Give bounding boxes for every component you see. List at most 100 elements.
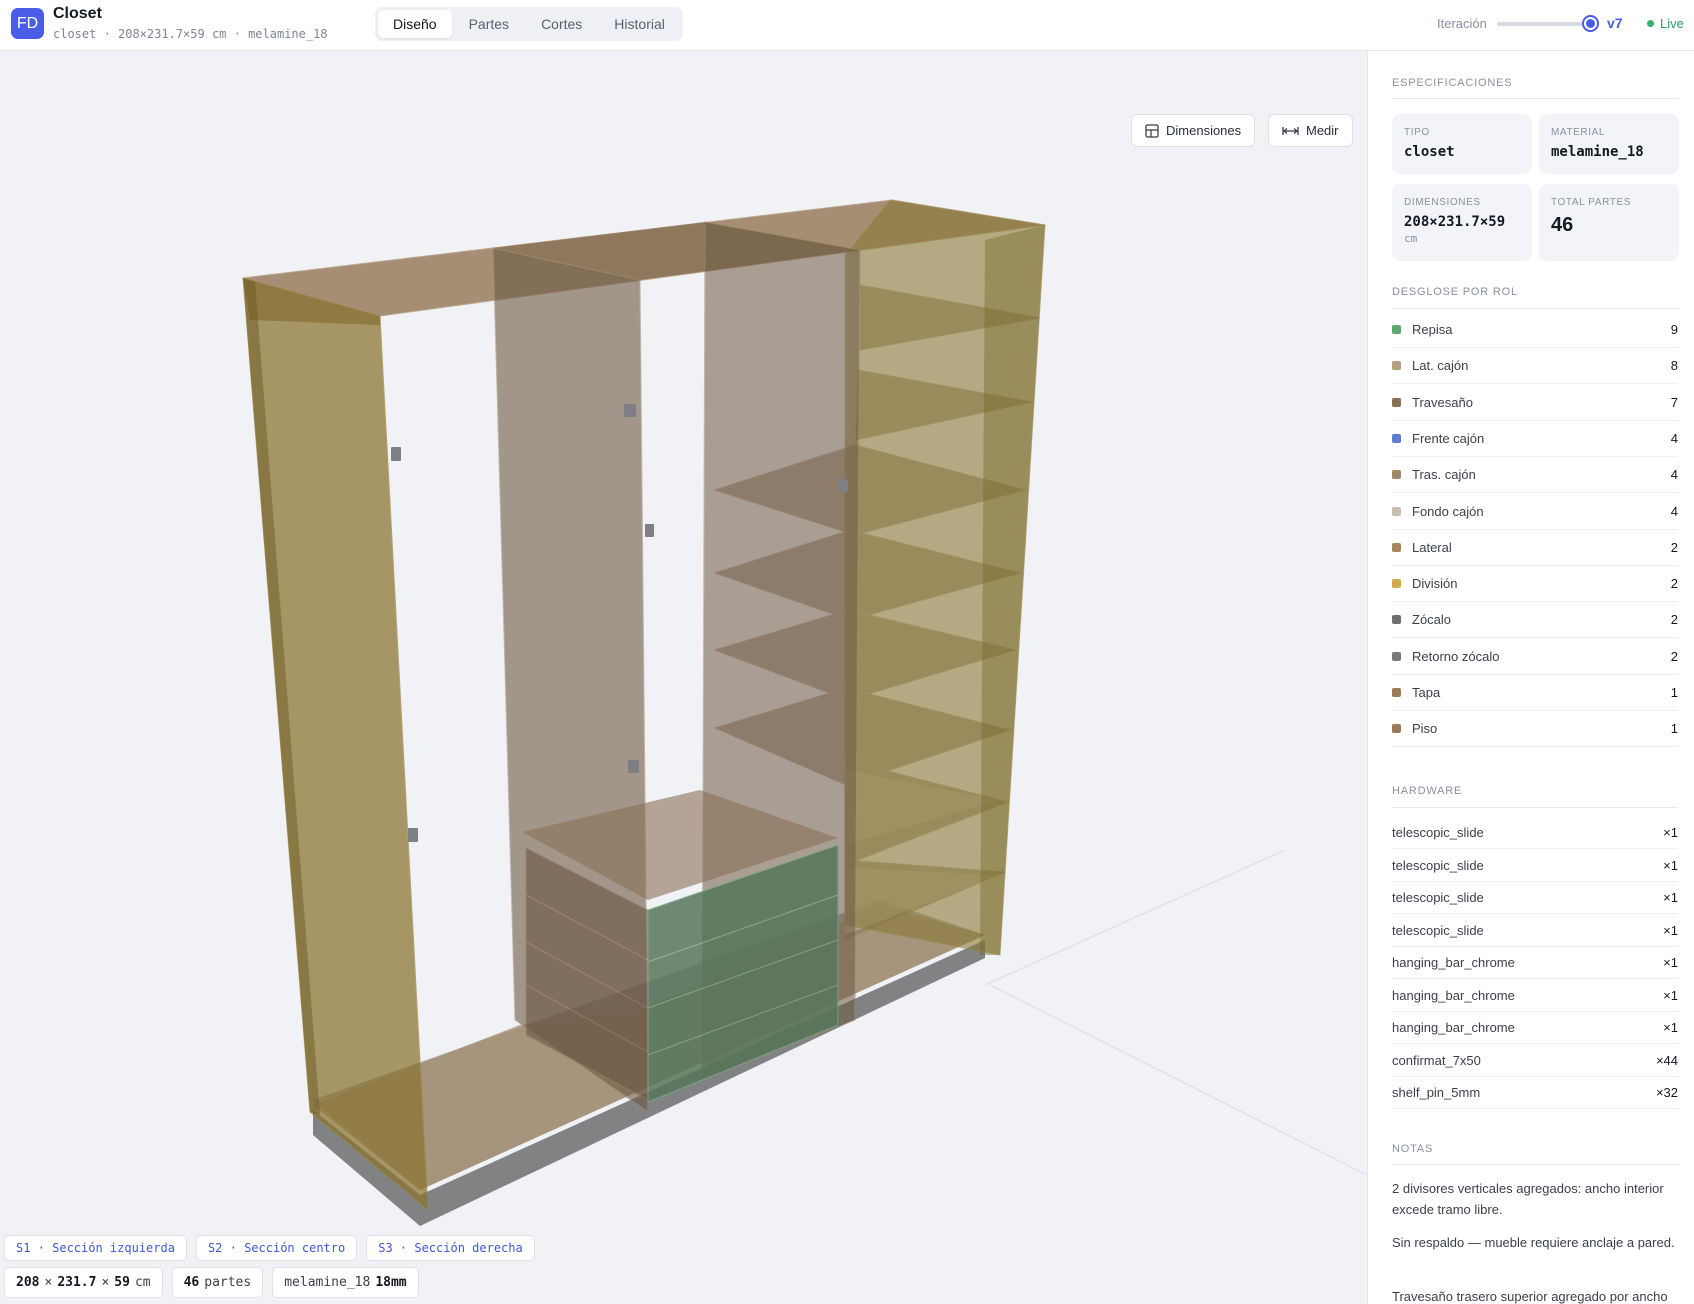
iteration-slider-track[interactable] xyxy=(1497,22,1590,26)
role-row: Lateral 2 xyxy=(1392,530,1678,566)
hardware-name: hanging_bar_chrome xyxy=(1392,987,1515,1003)
tab-cortes[interactable]: Cortes xyxy=(526,10,597,38)
dims-card-label: Dimensiones xyxy=(1404,197,1481,208)
hardware-name: hanging_bar_chrome xyxy=(1392,1020,1515,1035)
hardware-name: telescopic_slide xyxy=(1392,825,1484,840)
parts-label: partes xyxy=(204,1275,252,1290)
measure-button[interactable]: Medir xyxy=(1268,114,1353,147)
role-name: Repisa xyxy=(1412,322,1453,337)
3d-viewport[interactable]: Dimensiones Medir S1 · Sección izquierda… xyxy=(0,51,1367,1304)
total-parts-value: 46 xyxy=(1551,214,1574,236)
role-color-swatch xyxy=(1392,433,1401,443)
tipo-card: Tipo closet xyxy=(1392,114,1532,174)
hardware-name: telescopic_slide xyxy=(1392,922,1484,938)
hardware-qty: ×1 xyxy=(1663,1020,1678,1035)
tipo-value: closet xyxy=(1404,144,1455,160)
tab-diseno[interactable]: Diseño xyxy=(378,10,452,38)
role-name: División xyxy=(1412,576,1458,592)
section-chips: S1 · Sección izquierda S2 · Sección cent… xyxy=(4,1235,535,1261)
role-color-swatch xyxy=(1392,615,1401,625)
total-parts-label: Total partes xyxy=(1551,197,1631,208)
ruler-icon xyxy=(1145,123,1159,138)
role-name: Tras. cajón xyxy=(1412,467,1476,483)
role-color-swatch xyxy=(1392,506,1401,516)
tab-historial[interactable]: Historial xyxy=(599,10,680,38)
role-name: Zócalo xyxy=(1412,612,1452,628)
role-row: Lat. cajón 8 xyxy=(1392,348,1678,385)
role-count: 2 xyxy=(1670,539,1678,555)
role-count: 7 xyxy=(1670,394,1678,410)
section-chip-left[interactable]: S1 · Sección izquierda xyxy=(4,1235,187,1261)
role-row: División 2 xyxy=(1392,566,1678,603)
live-dot-icon xyxy=(1647,20,1654,27)
stats-chips: 208 × 231.7 × 59 cm 46 partes melamine_1… xyxy=(4,1267,419,1298)
material-card: Material melamine_18 xyxy=(1539,114,1679,174)
hardware-qty: ×1 xyxy=(1663,890,1678,905)
role-count: 1 xyxy=(1670,685,1678,700)
hardware-row: hanging_bar_chrome ×1 xyxy=(1392,947,1678,979)
material-thickness: 18mm xyxy=(375,1275,407,1290)
dims-card-unit: cm xyxy=(1404,232,1418,245)
hardware-row: confirmat_7x50 ×44 xyxy=(1392,1045,1678,1077)
role-color-swatch xyxy=(1392,325,1401,334)
roles-divider xyxy=(1392,308,1678,309)
role-name: Retorno zócalo xyxy=(1412,648,1500,664)
role-color-swatch xyxy=(1392,542,1401,552)
role-name: Travesaño xyxy=(1412,394,1473,410)
material-label: Material xyxy=(1551,127,1606,138)
dimensions-button-label: Dimensiones xyxy=(1166,123,1242,138)
role-row: Travesaño 7 xyxy=(1392,385,1678,421)
hardware-qty: ×1 xyxy=(1663,987,1678,1003)
tab-partes[interactable]: Partes xyxy=(454,10,524,38)
hardware-qty: ×1 xyxy=(1663,857,1678,873)
hardware-row: shelf_pin_5mm ×32 xyxy=(1392,1077,1678,1109)
hardware-row: telescopic_slide ×1 xyxy=(1392,915,1678,947)
closet-3d-render xyxy=(242,199,1367,1226)
section-chip-center[interactable]: S2 · Sección centro xyxy=(195,1235,358,1261)
hardware-qty: ×1 xyxy=(1663,922,1678,938)
note-item: 2 divisores verticales agregados: ancho … xyxy=(1392,1181,1664,1217)
material-chip: melamine_18 18mm xyxy=(272,1267,419,1298)
spec-sidebar[interactable]: Especificaciones Tipo closet Material me… xyxy=(1367,51,1694,1304)
role-count: 2 xyxy=(1670,612,1678,628)
hardware-name: telescopic_slide xyxy=(1392,857,1484,873)
role-row: Retorno zócalo 2 xyxy=(1392,639,1678,675)
dimensions-button[interactable]: Dimensiones xyxy=(1131,114,1256,147)
role-row: Frente cajón 4 xyxy=(1392,421,1678,457)
material-value: melamine_18 xyxy=(1551,144,1644,160)
project-title: Closet xyxy=(53,5,102,22)
project-subtitle: closet · 208×231.7×59 cm · melamine_18 xyxy=(53,27,328,41)
total-parts-card: Total partes 46 xyxy=(1539,184,1679,261)
role-row: Tras. cajón 4 xyxy=(1392,457,1678,494)
hardware-row: telescopic_slide ×1 xyxy=(1392,817,1678,849)
hardware-name: hanging_bar_chrome xyxy=(1392,955,1515,970)
role-count: 4 xyxy=(1670,467,1678,483)
hardware-qty: ×1 xyxy=(1663,955,1678,970)
top-bar: FD Closet closet · 208×231.7×59 cm · mel… xyxy=(0,0,1694,51)
live-label: Live xyxy=(1660,16,1684,31)
tipo-label: Tipo xyxy=(1404,127,1430,138)
hardware-name: confirmat_7x50 xyxy=(1392,1052,1481,1068)
parts-chip: 46 partes xyxy=(171,1267,264,1298)
dims-height: 231.7 xyxy=(57,1275,97,1290)
role-row: Zócalo 2 xyxy=(1392,602,1678,639)
role-name: Lat. cajón xyxy=(1412,358,1469,374)
iteration-slider-thumb[interactable] xyxy=(1582,15,1599,32)
hardware-qty: ×32 xyxy=(1655,1085,1678,1100)
iteration-label: Iteración xyxy=(1437,16,1487,31)
dims-depth: 59 xyxy=(114,1275,130,1290)
notes-divider xyxy=(1392,1164,1678,1165)
hardware-row: hanging_bar_chrome ×1 xyxy=(1392,980,1678,1012)
role-count: 4 xyxy=(1670,503,1678,519)
dims-width: 208 xyxy=(16,1275,40,1290)
section-chip-right[interactable]: S3 · Sección derecha xyxy=(366,1235,535,1261)
role-color-swatch xyxy=(1392,397,1401,407)
notes-title: Notas xyxy=(1392,1143,1434,1155)
measure-icon xyxy=(1282,126,1299,135)
role-name: Lateral xyxy=(1412,539,1452,555)
role-count: 2 xyxy=(1670,576,1678,592)
hardware-title: Hardware xyxy=(1392,785,1463,797)
role-row: Tapa 1 xyxy=(1392,675,1678,711)
role-name: Piso xyxy=(1412,721,1438,737)
live-status: Live xyxy=(1647,16,1684,31)
